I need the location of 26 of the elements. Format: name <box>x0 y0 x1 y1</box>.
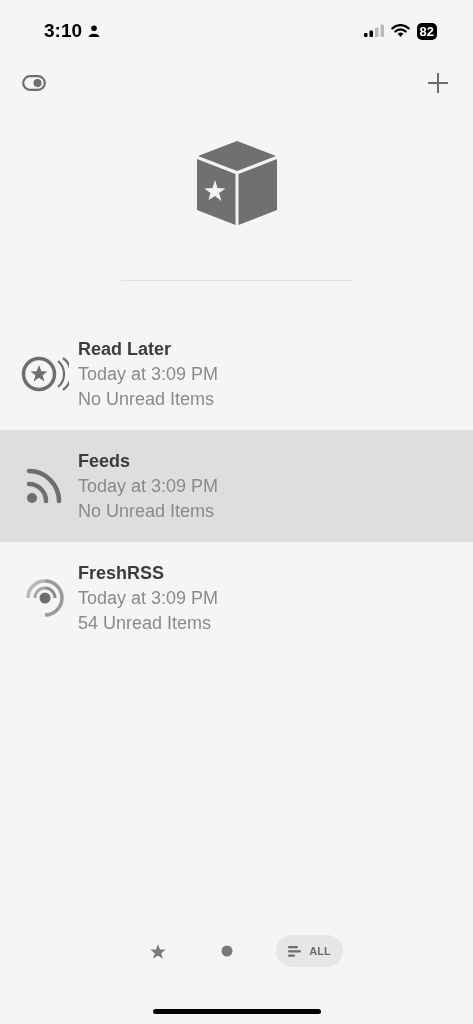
signal-icon <box>363 24 384 38</box>
all-filter-button[interactable]: ALL <box>276 935 343 967</box>
account-row[interactable]: FreshRSS Today at 3:09 PM 54 Unread Items <box>0 542 473 654</box>
unread-count: No Unread Items <box>78 499 216 523</box>
account-row[interactable]: Read Later Today at 3:09 PM No Unread Items <box>0 318 473 430</box>
account-row[interactable]: Feeds Today at 3:09 PM No Unread Items <box>0 430 473 542</box>
unread-count: No Unread Items <box>78 387 216 411</box>
updated-time: Today at 3:09 PM <box>78 586 219 610</box>
cube-star-icon <box>195 140 278 226</box>
star-circle-icon <box>21 356 69 392</box>
battery-indicator: 82 <box>416 22 437 40</box>
account-name: FreshRSS <box>78 561 166 585</box>
wifi-icon <box>390 24 410 38</box>
account-name: Read Later <box>78 337 173 361</box>
star-icon <box>150 943 167 959</box>
unread-count: 54 Unread Items <box>78 611 213 635</box>
account-name: Feeds <box>78 449 132 473</box>
dot-icon <box>221 945 234 957</box>
updated-time: Today at 3:09 PM <box>78 474 219 498</box>
status-time: 3:10 <box>44 20 83 42</box>
toggle-icon[interactable] <box>22 75 46 91</box>
person-icon <box>88 25 101 37</box>
rss-icon <box>26 468 64 504</box>
add-icon[interactable] <box>427 72 449 94</box>
updated-time: Today at 3:09 PM <box>78 362 219 386</box>
lines-icon <box>288 945 302 957</box>
